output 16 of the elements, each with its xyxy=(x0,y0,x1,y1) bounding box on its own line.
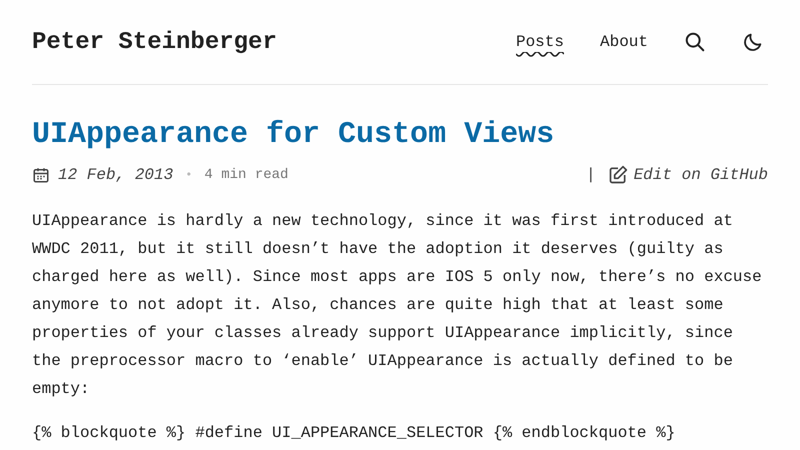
separator-dot: • xyxy=(185,168,192,182)
paragraph: UIAppearance is hardly a new technology, since it was first introduced at WWDC 2011, but it still doesn’t have the adoption it deserves (guilty as charged here as well). Since most apps are IOS 5 only now, there’s no excuse anymore to not adopt it. Also, chances are quite high that at least some properties of your classes already support UIAppearance implicitly, since the preprocessor macro to ‘enable’ UIAppearance is actually defined to be empty: xyxy=(32,211,763,400)
site-title[interactable]: Peter Steinberger xyxy=(32,28,277,56)
edit-link[interactable]: Edit on GitHub xyxy=(608,165,768,185)
nav-link[interactable]: About xyxy=(600,32,648,58)
post-title: UIAppearance for Custom Views xyxy=(32,117,556,153)
post-date: 12 Feb, 2013 xyxy=(58,166,174,184)
paragraph: {% blockquote %} #define UI_APPEARANCE_SELECTOR {% endblockquote %} xyxy=(32,423,676,444)
divider-text: | xyxy=(586,166,596,184)
read-time: 4 min read xyxy=(204,167,288,183)
nav-link[interactable]: Posts xyxy=(516,32,564,58)
wavy-underline xyxy=(516,52,564,58)
search-icon[interactable] xyxy=(684,31,706,53)
calendar-icon xyxy=(32,166,50,184)
pencil-icon xyxy=(608,165,628,185)
moon-icon[interactable] xyxy=(742,31,764,53)
